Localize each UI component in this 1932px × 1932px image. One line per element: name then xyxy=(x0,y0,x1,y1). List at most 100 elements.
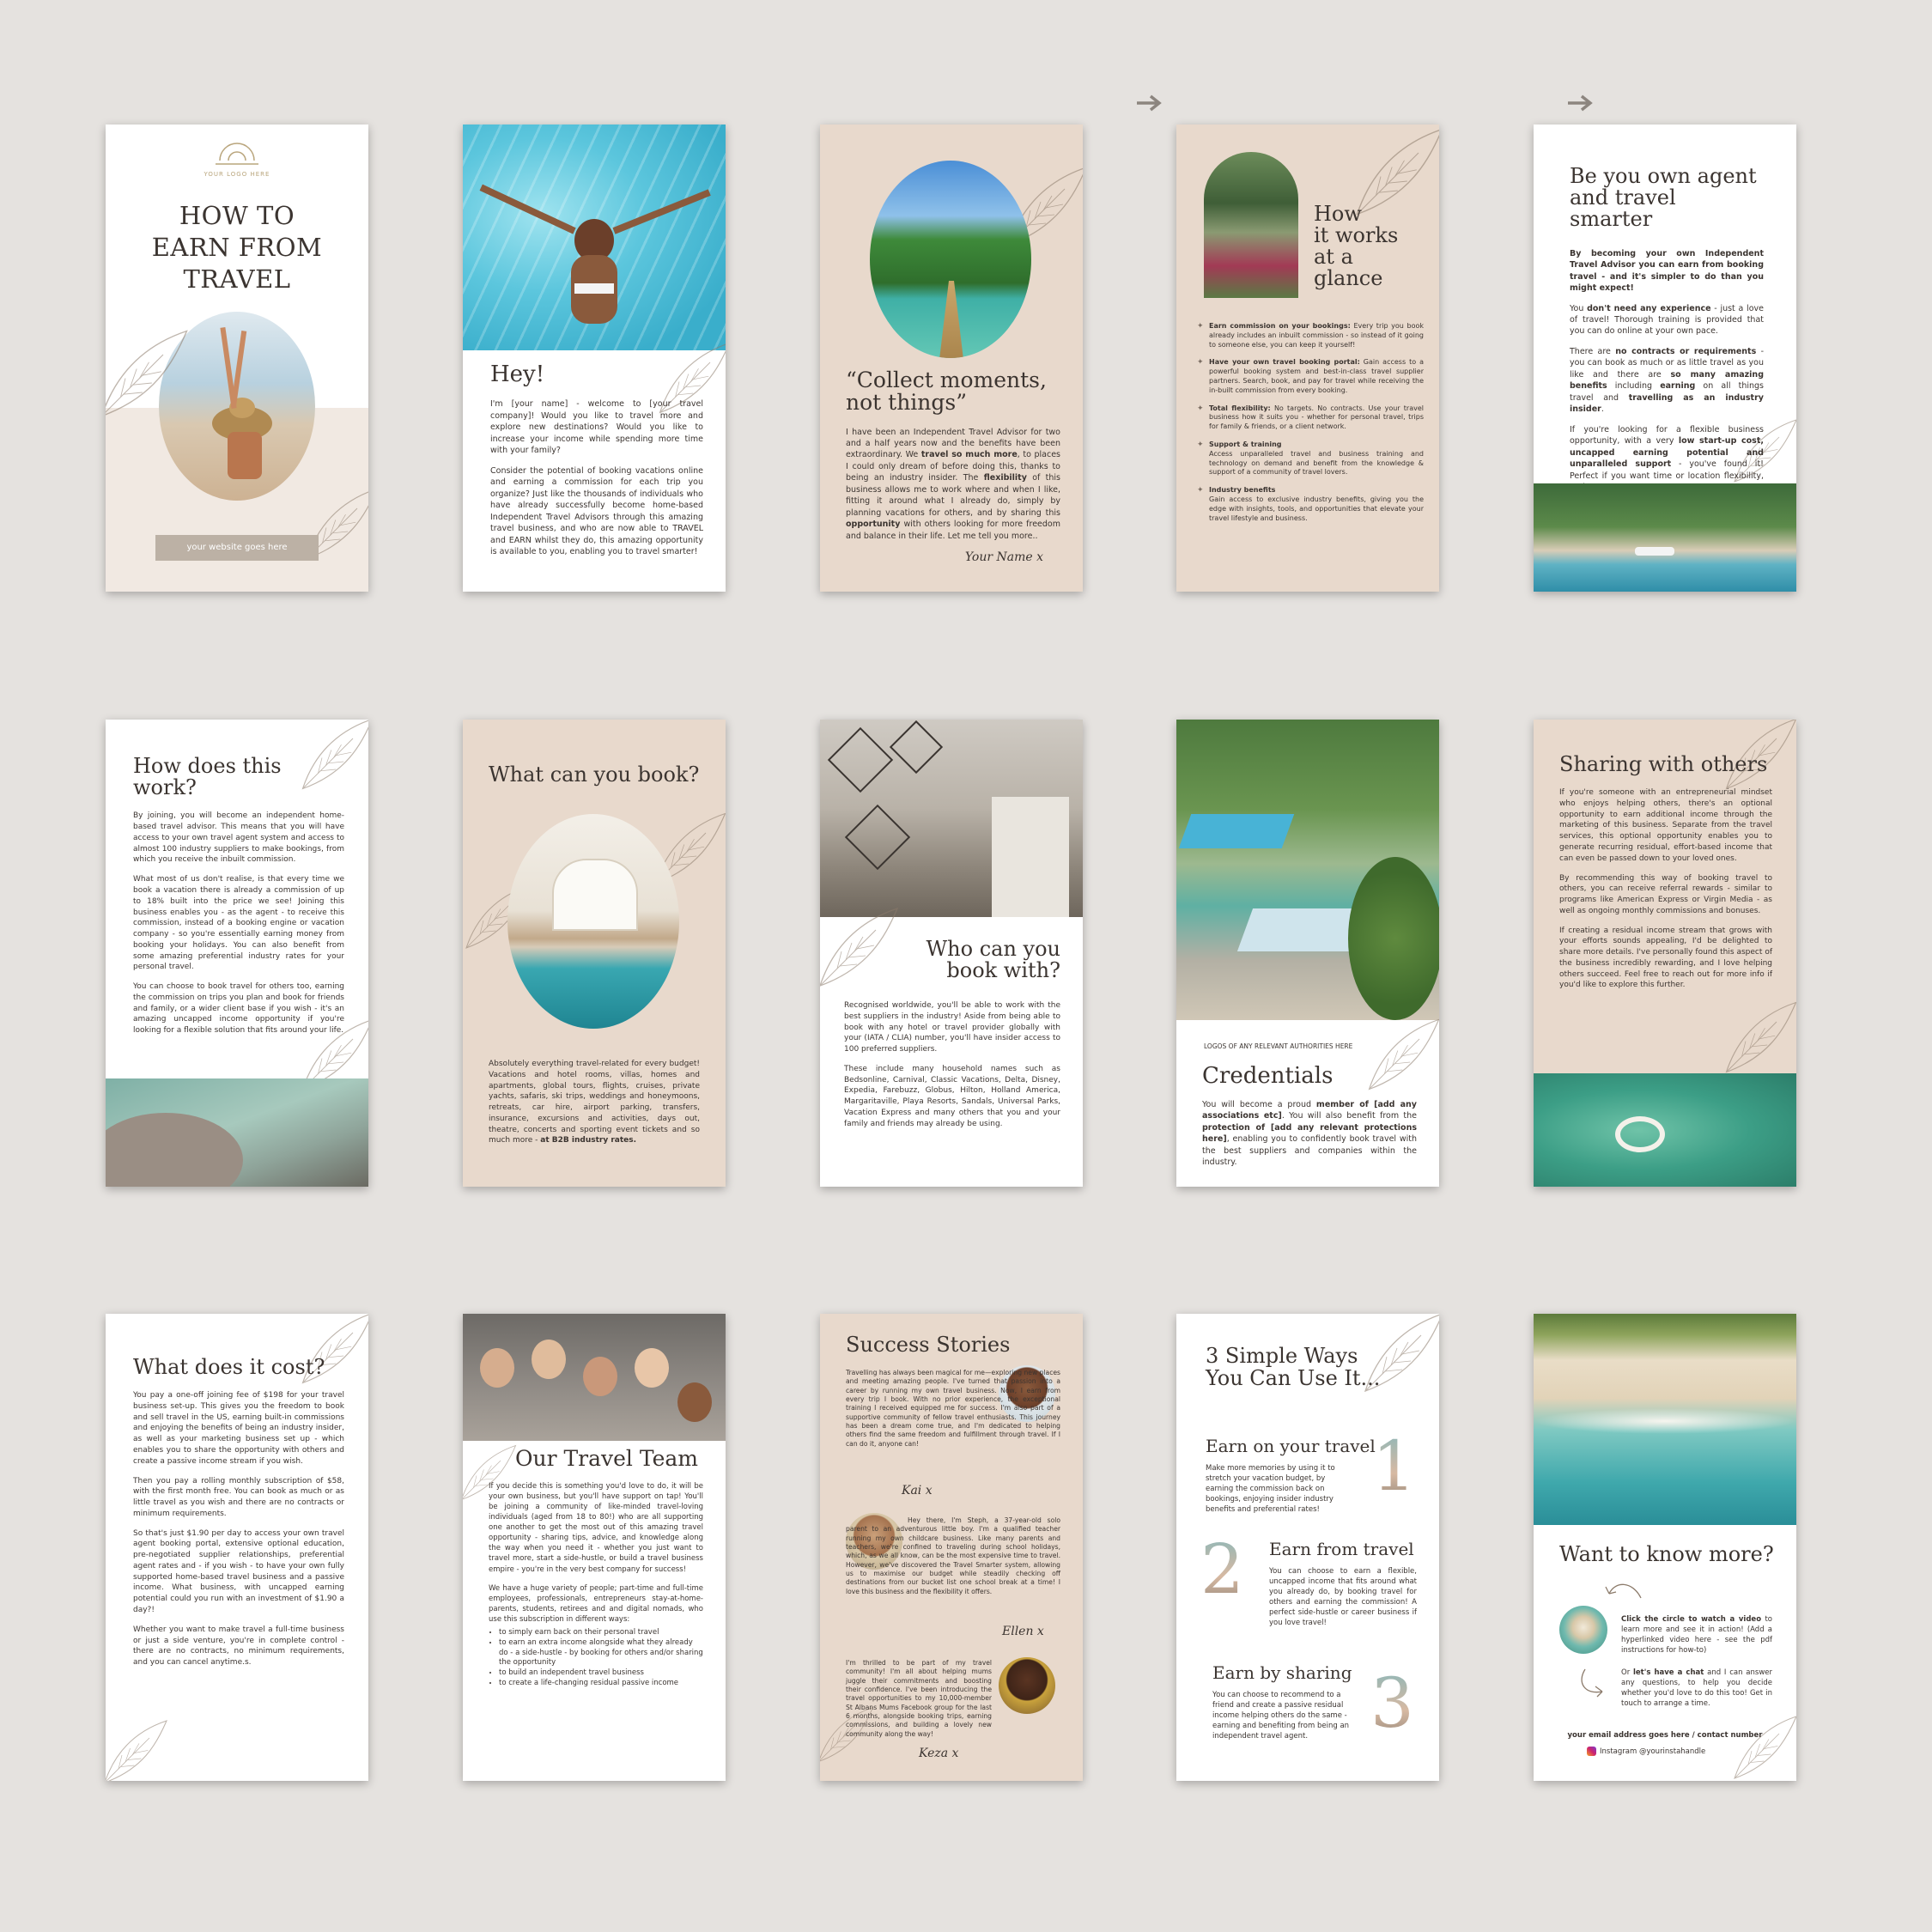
beach-cove-photo xyxy=(1534,483,1796,592)
list-item: to create a life-changing residual passi… xyxy=(499,1679,703,1689)
arrow-right-icon xyxy=(1568,94,1593,112)
instagram-link[interactable]: Instagram @yourinstahandle xyxy=(1587,1747,1705,1756)
testimonial: I'm thrilled to be part of my travel com… xyxy=(846,1659,992,1738)
intro-paragraph: I'm [your name] - welcome to [your trave… xyxy=(490,399,703,456)
lagoon-float-photo xyxy=(1534,1073,1796,1187)
list-item: to build an independent travel business xyxy=(499,1668,703,1679)
feature-item: Have your own travel booking portal: Gai… xyxy=(1197,357,1424,395)
avatar-keza xyxy=(999,1657,1055,1714)
signature-kai: Kai x xyxy=(902,1484,933,1498)
chat-text: Or let's have a chat and I can answer an… xyxy=(1621,1668,1773,1709)
way-title: Earn from travel xyxy=(1269,1539,1414,1559)
page-title: What does it cost? xyxy=(133,1355,325,1379)
body-paragraph: You will become a proud member of [add a… xyxy=(1202,1100,1417,1168)
page-title: What can you book? xyxy=(489,762,700,787)
body-paragraph: You pay a one-off joining fee of $198 fo… xyxy=(133,1391,344,1466)
way-text: Make more memories by using it to stretc… xyxy=(1206,1464,1335,1515)
body-paragraph: By joining, you will become an independe… xyxy=(133,811,344,865)
page-title: How does this work? xyxy=(133,754,282,800)
leaf-decoration xyxy=(1734,1716,1796,1779)
feature-item: Industry benefits Gain access to exclusi… xyxy=(1197,485,1424,523)
arrow-right-icon xyxy=(1137,94,1162,112)
body-paragraph: If creating a residual income stream tha… xyxy=(1559,926,1772,990)
signature-keza: Keza x xyxy=(919,1747,959,1760)
interior-lanterns-photo xyxy=(820,720,1083,917)
list-item: to simply earn back on their personal tr… xyxy=(499,1628,703,1638)
leaf-decoration xyxy=(1725,1001,1796,1073)
leaf-decoration xyxy=(106,1720,167,1781)
page-travel-team: Our Travel Team If you decide this is so… xyxy=(463,1314,726,1781)
section-title: How it works at a glance xyxy=(1314,202,1399,290)
body-paragraph: We have a huge variety of people; part-t… xyxy=(489,1583,703,1624)
body-paragraph: If you decide this is something you'd lo… xyxy=(489,1482,703,1574)
quote-heading: “Collect moments, not things” xyxy=(846,368,1047,416)
number-two: 2 xyxy=(1200,1529,1244,1609)
tropical-pier-photo xyxy=(870,161,1031,358)
garden-arch-photo xyxy=(1204,152,1298,298)
way-text: You can choose to earn a flexible, uncap… xyxy=(1269,1567,1417,1628)
page-title: Our Travel Team xyxy=(514,1446,698,1471)
body-paragraph: There are no contracts or requirements -… xyxy=(1570,346,1765,415)
body-paragraph: You can choose to book travel for others… xyxy=(133,982,344,1036)
body-paragraph: Absolutely everything travel-related for… xyxy=(489,1060,700,1145)
number-one: 1 xyxy=(1372,1426,1416,1506)
body-paragraph: Then you pay a rolling monthly subscript… xyxy=(133,1476,344,1518)
page-what-does-it-cost: What does it cost? You pay a one-off joi… xyxy=(106,1314,368,1781)
body-paragraph: So that's just $1.90 per day to access y… xyxy=(133,1528,344,1614)
body-paragraph: By recommending this way of booking trav… xyxy=(1559,873,1772,915)
way-title: Earn by sharing xyxy=(1212,1662,1352,1683)
way-text: You can choose to recommend to a friend … xyxy=(1212,1691,1350,1741)
page-title: Who can you book with? xyxy=(926,937,1060,983)
page-collect-moments: “Collect moments, not things” I have bee… xyxy=(820,125,1083,592)
video-text: Click the circle to watch a video to lea… xyxy=(1621,1615,1772,1656)
page-title: Be you own agent and travel smarter xyxy=(1570,164,1757,232)
page-title: Hey! xyxy=(490,361,545,387)
video-circle-button[interactable] xyxy=(1559,1606,1607,1654)
page-what-can-you-book: What can you book? Absolutely everything… xyxy=(463,720,726,1187)
curved-arrow-icon xyxy=(1581,1668,1603,1698)
feature-item: Earn commission on your bookings: Every … xyxy=(1197,321,1424,349)
way-title: Earn on your travel xyxy=(1206,1436,1376,1456)
villa-pool-photo xyxy=(507,814,679,1029)
leaf-decoration xyxy=(106,330,188,417)
feature-item: Support & training Access unparalleled t… xyxy=(1197,440,1424,477)
page-three-ways: 3 Simple Ways You Can Use It... Earn on … xyxy=(1176,1314,1439,1781)
testimonial: Hey there, I'm Steph, a 37-year-old solo… xyxy=(846,1516,1060,1595)
body-paragraph: What most of us don't realise, is that e… xyxy=(133,875,344,972)
sun-logo-icon xyxy=(216,143,258,165)
page-title: Success Stories xyxy=(846,1333,1011,1357)
signature-ellen: Ellen x xyxy=(1002,1625,1044,1638)
page-credentials: LOGOS OF ANY RELEVANT AUTHORITIES HERE C… xyxy=(1176,720,1439,1187)
list-item: to earn an extra income alongside what t… xyxy=(499,1638,703,1669)
body-paragraph: If you're someone with an entrepreneuria… xyxy=(1559,788,1772,863)
page-sharing-with-others: Sharing with others If you're someone wi… xyxy=(1534,720,1796,1187)
page-hey: Hey! I'm [your name] - welcome to [your … xyxy=(463,125,726,592)
page-want-to-know-more: Want to know more? Click the circle to w… xyxy=(1534,1314,1796,1781)
signature: Your Name x xyxy=(964,550,1043,565)
story-paragraph: I have been an Independent Travel Adviso… xyxy=(846,427,1061,541)
contact-info[interactable]: your email address goes here / contact n… xyxy=(1534,1731,1796,1740)
rocky-shore-photo xyxy=(106,1078,368,1187)
page-how-it-works: How it works at a glance Earn commission… xyxy=(1176,125,1439,592)
intro-paragraph: Consider the potential of booking vacati… xyxy=(490,465,703,557)
cover-title: HOW TO EARN FROM TRAVEL xyxy=(151,201,323,295)
leaf-decoration xyxy=(306,488,368,560)
feature-list: Earn commission on your bookings: Every … xyxy=(1197,321,1424,532)
curved-arrow-icon xyxy=(1605,1583,1642,1599)
page-title: Want to know more? xyxy=(1559,1542,1774,1566)
page-how-does-this-work: How does this work? By joining, you will… xyxy=(106,720,368,1187)
feature-item: Total flexibility: No targets. No contra… xyxy=(1197,404,1424,432)
page-own-agent: Be you own agent and travel smarter By b… xyxy=(1534,125,1796,592)
poolside-loungers-photo xyxy=(1176,720,1439,1020)
page-title: Credentials xyxy=(1202,1063,1334,1089)
page-success-stories: Success Stories Travelling has always be… xyxy=(820,1314,1083,1781)
team-group-photo xyxy=(463,1314,726,1441)
body-paragraph: Recognised worldwide, you'll be able to … xyxy=(844,1001,1060,1054)
woman-pool-photo xyxy=(463,125,726,350)
website-button[interactable]: your website goes here xyxy=(155,535,319,561)
testimonial: Travelling has always been magical for m… xyxy=(846,1369,1060,1448)
body-paragraph: Whether you want to make travel a full-t… xyxy=(133,1625,344,1668)
body-paragraph: You don't need any experience - just a l… xyxy=(1570,303,1764,337)
body-paragraph: These include many household names such … xyxy=(844,1064,1060,1128)
logos-placeholder: LOGOS OF ANY RELEVANT AUTHORITIES HERE xyxy=(1204,1042,1353,1050)
